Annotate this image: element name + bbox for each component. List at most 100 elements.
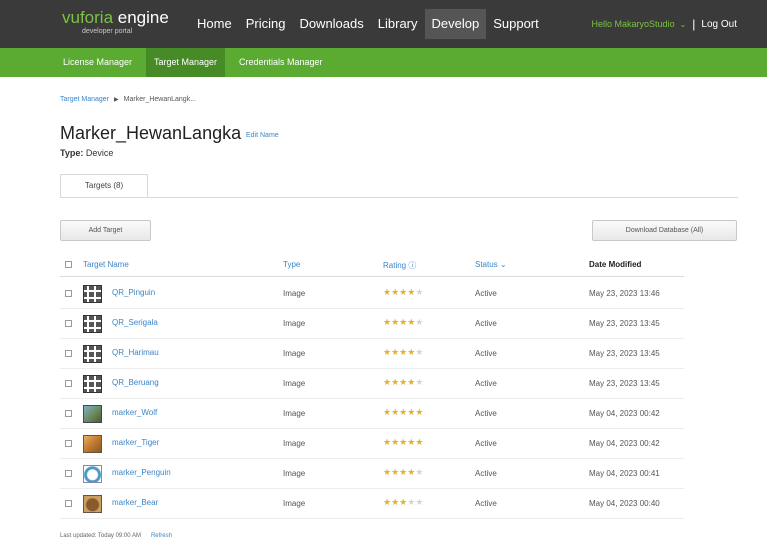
- target-thumbnail[interactable]: [83, 375, 102, 393]
- select-all-checkbox[interactable]: [65, 261, 72, 268]
- download-database-button[interactable]: Download Database (All): [592, 220, 737, 241]
- target-name-link[interactable]: marker_Tiger: [112, 438, 159, 447]
- target-rating: ★★★★★: [383, 497, 423, 508]
- target-status: Active: [475, 499, 497, 508]
- last-updated: Last updated: Today 09:00 AM: [60, 533, 141, 539]
- nav-pricing[interactable]: Pricing: [239, 9, 293, 39]
- target-thumbnail[interactable]: [83, 465, 102, 483]
- target-rating: ★★★★★: [383, 377, 423, 388]
- target-thumbnail[interactable]: [83, 435, 102, 453]
- table-row[interactable]: QR_Harimau Image ★★★★★ Active May 23, 2023 1…: [60, 339, 684, 369]
- target-type: Image: [283, 469, 306, 478]
- row-checkbox[interactable]: [65, 350, 72, 357]
- type-label: Type:: [60, 148, 84, 158]
- star-icon: ★: [383, 467, 392, 477]
- row-checkbox[interactable]: [65, 470, 72, 477]
- star-icon: ★: [415, 317, 424, 327]
- target-rating: ★★★★★: [383, 407, 423, 418]
- target-thumbnail[interactable]: [83, 405, 102, 423]
- target-date-modified: May 04, 2023 00:42: [589, 409, 660, 418]
- col-type[interactable]: Type: [283, 260, 300, 269]
- target-status: Active: [475, 319, 497, 328]
- table-row[interactable]: marker_Wolf Image ★★★★★ Active May 04, 2023 …: [60, 399, 684, 429]
- star-icon: ★: [415, 497, 424, 507]
- star-icon: ★: [383, 317, 392, 327]
- nav-library[interactable]: Library: [371, 9, 425, 39]
- chevron-down-icon[interactable]: ⌄: [680, 20, 687, 29]
- vuforia-logo[interactable]: vuforia engine developer portal: [62, 8, 169, 36]
- target-status: Active: [475, 439, 497, 448]
- col-rating[interactable]: Rating ⓘ: [383, 260, 416, 271]
- row-checkbox[interactable]: [65, 440, 72, 447]
- nav-home[interactable]: Home: [190, 9, 239, 39]
- target-date-modified: May 04, 2023 00:40: [589, 499, 660, 508]
- logout-link[interactable]: Log Out: [701, 19, 737, 30]
- target-name-link[interactable]: marker_Bear: [112, 498, 158, 507]
- target-status: Active: [475, 289, 497, 298]
- star-icon: ★: [391, 407, 400, 417]
- table-row[interactable]: QR_Beruang Image ★★★★★ Active May 23, 2023 1…: [60, 369, 684, 399]
- tab-targets[interactable]: Targets (8): [60, 174, 148, 198]
- target-name-link[interactable]: QR_Beruang: [112, 378, 159, 387]
- col-status[interactable]: Status ⌄: [475, 260, 507, 269]
- col-target-name[interactable]: Target Name: [83, 260, 129, 269]
- target-name-link[interactable]: marker_Wolf: [112, 408, 157, 417]
- nav-downloads[interactable]: Downloads: [292, 9, 370, 39]
- type-value: Device: [85, 148, 114, 158]
- nav-support[interactable]: Support: [486, 9, 546, 39]
- target-status: Active: [475, 409, 497, 418]
- target-rating: ★★★★★: [383, 467, 423, 478]
- subnav-credentials-manager[interactable]: Credentials Manager: [231, 48, 331, 77]
- table-row[interactable]: marker_Bear Image ★★★★★ Active May 04, 2023 …: [60, 489, 684, 519]
- target-name-link[interactable]: QR_Harimau: [112, 348, 159, 357]
- nav-develop[interactable]: Develop: [424, 9, 487, 39]
- target-rating: ★★★★★: [383, 437, 423, 448]
- target-date-modified: May 23, 2023 13:45: [589, 319, 660, 328]
- add-target-button[interactable]: Add Target: [60, 220, 151, 241]
- target-date-modified: May 23, 2023 13:45: [589, 349, 660, 358]
- table-row[interactable]: marker_Penguin Image ★★★★★ Active May 04, 20…: [60, 459, 684, 489]
- target-status: Active: [475, 349, 497, 358]
- star-icon: ★: [383, 497, 392, 507]
- target-type: Image: [283, 349, 306, 358]
- footer-status: Last updated: Today 09:00 AM Refresh: [60, 533, 172, 539]
- star-icon: ★: [415, 347, 424, 357]
- target-name-link[interactable]: QR_Pinguin: [112, 288, 155, 297]
- refresh-link[interactable]: Refresh: [151, 533, 172, 539]
- logo-text-vuforia: vuforia: [62, 8, 114, 27]
- logo-text-engine: engine: [113, 8, 169, 27]
- subnav-license-manager[interactable]: License Manager: [55, 48, 140, 77]
- star-icon: ★: [383, 287, 392, 297]
- row-checkbox[interactable]: [65, 290, 72, 297]
- user-menu[interactable]: Hello MakaryoStudio: [592, 19, 675, 29]
- target-thumbnail[interactable]: [83, 285, 102, 303]
- target-rating: ★★★★★: [383, 287, 423, 298]
- star-icon: ★: [383, 377, 392, 387]
- target-name-link[interactable]: QR_Serigala: [112, 318, 158, 327]
- row-checkbox[interactable]: [65, 500, 72, 507]
- subnav-target-manager[interactable]: Target Manager: [146, 48, 226, 77]
- target-thumbnail[interactable]: [83, 345, 102, 363]
- target-thumbnail[interactable]: [83, 495, 102, 513]
- col-date-modified[interactable]: Date Modified: [589, 260, 641, 269]
- target-type: Image: [283, 409, 306, 418]
- row-checkbox[interactable]: [65, 320, 72, 327]
- edit-name-link[interactable]: Edit Name: [246, 132, 279, 139]
- top-navbar: vuforia engine developer portal Home Pri…: [0, 0, 767, 48]
- table-row[interactable]: marker_Tiger Image ★★★★★ Active May 04, 2023…: [60, 429, 684, 459]
- row-checkbox[interactable]: [65, 410, 72, 417]
- table-row[interactable]: QR_Serigala Image ★★★★★ Active May 23, 2023 …: [60, 309, 684, 339]
- star-icon: ★: [391, 287, 400, 297]
- row-checkbox[interactable]: [65, 380, 72, 387]
- star-icon: ★: [391, 437, 400, 447]
- target-type: Image: [283, 289, 306, 298]
- star-icon: ★: [391, 497, 400, 507]
- target-name-link[interactable]: marker_Penguin: [112, 468, 171, 477]
- user-area: Hello MakaryoStudio ⌄ | Log Out: [592, 0, 737, 48]
- star-icon: ★: [391, 377, 400, 387]
- breadcrumb-root[interactable]: Target Manager: [60, 96, 109, 103]
- target-status: Active: [475, 379, 497, 388]
- target-thumbnail[interactable]: [83, 315, 102, 333]
- target-status: Active: [475, 469, 497, 478]
- table-row[interactable]: QR_Pinguin Image ★★★★★ Active May 23, 2023 1…: [60, 279, 684, 309]
